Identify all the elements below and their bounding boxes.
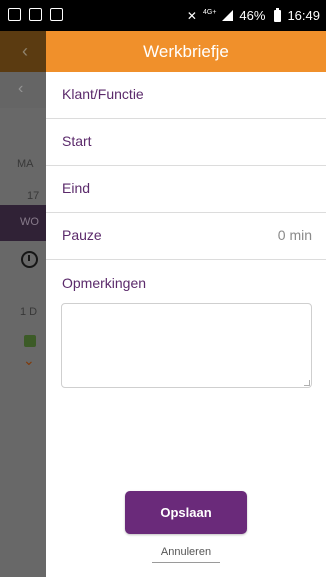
- photo-icon: [50, 8, 63, 21]
- field-klant-functie[interactable]: Klant/Functie: [46, 72, 326, 119]
- field-pauze[interactable]: Pauze 0 min: [46, 213, 326, 260]
- save-button[interactable]: Opslaan: [125, 491, 247, 534]
- field-start[interactable]: Start: [46, 119, 326, 166]
- field-eind[interactable]: Eind: [46, 166, 326, 213]
- screenshot-icon: [29, 8, 42, 21]
- notes-label: Opmerkingen: [62, 275, 147, 291]
- network-type: 4G+: [202, 9, 217, 16]
- cancel-button[interactable]: Annuleren: [152, 541, 220, 563]
- field-label: Klant/Functie: [62, 86, 144, 102]
- battery-icon: [274, 7, 282, 22]
- werkbriefje-dialog: Werkbriefje Klant/Functie Start Eind Pau…: [46, 31, 326, 577]
- image-icon: [8, 8, 21, 21]
- signal-icon: [222, 10, 234, 21]
- resize-handle-icon[interactable]: [304, 380, 310, 386]
- field-label: Start: [62, 133, 92, 149]
- battery-percent: 46%: [239, 8, 266, 23]
- clock: 16:49: [287, 8, 320, 23]
- pauze-value: 0 min: [277, 227, 312, 243]
- dialog-title: Werkbriefje: [46, 31, 326, 72]
- notes-textarea[interactable]: [61, 303, 312, 388]
- mute-icon: ✕: [186, 8, 197, 23]
- status-bar: ✕ 4G+ 46% 16:49: [0, 0, 326, 31]
- field-label: Pauze: [62, 227, 102, 243]
- field-label: Eind: [62, 180, 91, 196]
